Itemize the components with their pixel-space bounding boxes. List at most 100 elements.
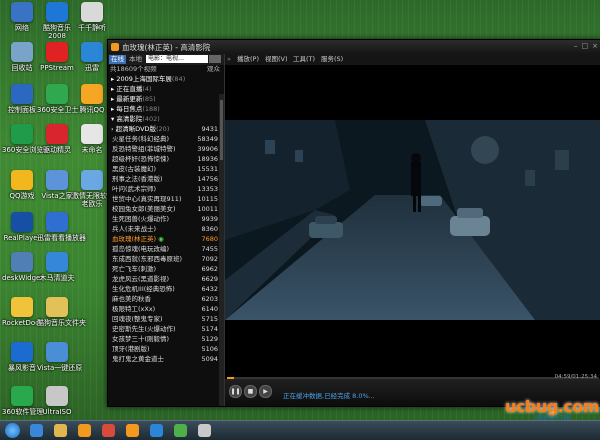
app-icon bbox=[81, 124, 103, 144]
maximize-icon[interactable]: □ bbox=[582, 42, 589, 50]
playlist-item[interactable]: 东成西就(东邪西毒原班) 7092 bbox=[108, 254, 224, 264]
playlist-item[interactable]: 极限特工(xXx) 6140 bbox=[108, 304, 224, 314]
playlist-item-views: 5106 bbox=[201, 345, 218, 353]
category-count: (188) bbox=[142, 105, 160, 113]
desktop-icon[interactable]: 控制面板 bbox=[2, 84, 42, 114]
playlist-item[interactable]: 回魂夜(整鬼专家) 5715 bbox=[108, 314, 224, 324]
menu-tools[interactable]: 工具(T) bbox=[293, 54, 315, 65]
media-icon[interactable] bbox=[102, 424, 115, 437]
desktop-icon[interactable]: 回收站 bbox=[2, 42, 42, 72]
desktop-icon[interactable]: RealPlayer bbox=[2, 212, 42, 242]
next-button[interactable]: ▶ bbox=[259, 385, 272, 398]
desktop-icon[interactable]: Vista之家 bbox=[37, 170, 77, 200]
playlist-item-views: 6629 bbox=[201, 275, 218, 283]
window-controls: – □ × bbox=[570, 42, 598, 50]
stop-button[interactable]: ■ bbox=[244, 385, 257, 398]
playlist-item[interactable]: 世贸中心(真实再现911) 10115 bbox=[108, 194, 224, 204]
playlist-item[interactable]: 顶牙(港剧版) 5106 bbox=[108, 344, 224, 354]
browser-icon[interactable] bbox=[174, 424, 187, 437]
playlist-item-views: 6140 bbox=[201, 305, 218, 313]
playlist-item[interactable]: 刑事之法(香港版) 14756 bbox=[108, 174, 224, 184]
menu-view[interactable]: 视图(V) bbox=[265, 54, 288, 65]
desktop-icon-label: 控制面板 bbox=[8, 106, 36, 114]
playlist-item[interactable]: 龙虎风云(黑道影视) 6629 bbox=[108, 274, 224, 284]
category-item[interactable]: › 超清晰DVD版(20) 9431 bbox=[108, 124, 224, 134]
category-count: (402) bbox=[142, 115, 160, 123]
buffer-status: 正在缓冲数据,已经完成 8.0%... bbox=[283, 392, 375, 400]
ie-icon[interactable] bbox=[30, 424, 43, 437]
playlist-item[interactable]: 校园兔女郎(美丽美女) 10011 bbox=[108, 204, 224, 214]
playlist-item[interactable]: 反恐特警组(菲城特警) 39906 bbox=[108, 144, 224, 154]
player-task-icon[interactable] bbox=[126, 424, 139, 437]
desktop-icon[interactable]: 木马清道夫 bbox=[37, 252, 77, 282]
playlist-item[interactable]: 孤岛惊魂(电玩改编) 7455 bbox=[108, 244, 224, 254]
search-button[interactable] bbox=[209, 55, 221, 63]
collapse-icon[interactable]: » bbox=[227, 54, 231, 65]
desktop-icon[interactable]: 腾讯QQ bbox=[72, 84, 112, 114]
playlist-item[interactable]: 血玫瑰(林正英) ◉ 7680 bbox=[108, 234, 224, 244]
desktop-icon[interactable]: 暴风影音 bbox=[2, 342, 42, 372]
tab-online[interactable]: 在线 bbox=[109, 55, 126, 64]
category-item[interactable]: ▾ 高清影院(402) bbox=[108, 114, 224, 124]
player-window[interactable]: 血玫瑰(林正英) - 高清影院 – □ × 在线 本地 电影：电视… 共18609个… bbox=[107, 39, 600, 407]
desktop-icon[interactable]: 网络 bbox=[2, 2, 42, 32]
qq-icon[interactable] bbox=[78, 424, 91, 437]
app-icon[interactable] bbox=[198, 424, 211, 437]
desktop-icon[interactable]: 酷狗音乐文件夹 bbox=[37, 297, 86, 327]
minimize-icon[interactable]: – bbox=[574, 42, 578, 50]
desktop-icon[interactable]: 360软件管理 bbox=[2, 386, 43, 416]
playlist-item[interactable]: 叶问(武术宗师) 13353 bbox=[108, 184, 224, 194]
desktop-icon[interactable]: 千千静听 bbox=[72, 2, 112, 32]
playlist-item-views: 13353 bbox=[197, 185, 218, 193]
playlist-item[interactable]: 史密斯先生(火爆动作) 5174 bbox=[108, 324, 224, 334]
category-item[interactable]: ▸ 最新更新(85) bbox=[108, 94, 224, 104]
desktop-icon[interactable]: RocketDock bbox=[2, 297, 43, 327]
playlist-item[interactable]: 麻也美的秋香 6203 bbox=[108, 294, 224, 304]
desktop-icon[interactable]: 驱动精灵 bbox=[37, 124, 77, 154]
category-item[interactable]: ▸ 正在直播(4) bbox=[108, 84, 224, 94]
close-icon[interactable]: × bbox=[592, 42, 598, 50]
tab-local[interactable]: 本地 bbox=[127, 55, 144, 64]
desktop-icon[interactable]: 迅雷 bbox=[72, 42, 112, 72]
desktop-icon[interactable]: Vista一键还原 bbox=[37, 342, 83, 372]
playlist-item[interactable]: 黑皮(古装魔幻) 15531 bbox=[108, 164, 224, 174]
category-item[interactable]: ▸ 每日焦点(188) bbox=[108, 104, 224, 114]
playlist-item[interactable]: 火星任务(科幻经典) 58349 bbox=[108, 134, 224, 144]
desktop-icon[interactable]: 未命名 bbox=[72, 124, 112, 154]
desktop-icon-label: Vista一键还原 bbox=[37, 364, 83, 372]
playlist-item[interactable]: 兵人(未来战士) 8360 bbox=[108, 224, 224, 234]
pause-button[interactable]: ❚❚ bbox=[229, 385, 242, 398]
category-label: 正在直播 bbox=[116, 85, 143, 93]
category-item[interactable]: ▸ 2009上海国际车展(84) bbox=[108, 74, 224, 84]
desktop-icon[interactable]: 360安全卫士 bbox=[37, 84, 78, 114]
desktop-icon[interactable]: PPStream bbox=[37, 42, 77, 72]
video-pane: » 播放(P) 视图(V) 工具(T) 服务(S) 04:59/01:25:34… bbox=[225, 54, 600, 406]
desktop-icon[interactable]: 酷狗音乐 2008 bbox=[37, 2, 77, 40]
desktop-icon[interactable]: UltraISO bbox=[37, 386, 77, 416]
start-button[interactable] bbox=[5, 423, 20, 438]
playlist-item[interactable]: 超级杯奸(恐怖惊悚) 18936 bbox=[108, 154, 224, 164]
folder-icon[interactable] bbox=[54, 424, 67, 437]
thunder-icon[interactable] bbox=[150, 424, 163, 437]
category-count: (85) bbox=[142, 95, 156, 103]
playlist-item[interactable]: 女孩梦三十(刚毅情) 5129 bbox=[108, 334, 224, 344]
playlist-item-title: 黑皮(古装魔幻) bbox=[112, 165, 157, 173]
playlist-item[interactable]: 鬼打鬼之黄金道士 5094 bbox=[108, 354, 224, 364]
playlist-scrollbar[interactable] bbox=[219, 94, 224, 406]
desktop-icon[interactable]: 迅雷看看播放器 bbox=[37, 212, 86, 242]
app-icon bbox=[11, 212, 33, 232]
playlist-item[interactable]: 生化危机III(经典恐怖) 6432 bbox=[108, 284, 224, 294]
desktop-icon[interactable]: 激情无限软件 老欧乐 bbox=[72, 170, 114, 208]
search-input[interactable]: 电影：电视… bbox=[146, 55, 208, 63]
desktop-icon[interactable]: QQ游戏 bbox=[2, 170, 42, 200]
menu-play[interactable]: 播放(P) bbox=[237, 54, 259, 65]
video-frame[interactable] bbox=[225, 120, 600, 320]
menu-service[interactable]: 服务(S) bbox=[321, 54, 343, 65]
scrollbar-thumb[interactable] bbox=[220, 100, 223, 160]
player-titlebar[interactable]: 血玫瑰(林正英) - 高清影院 – □ × bbox=[108, 40, 600, 54]
playlist-item[interactable]: 死亡飞车(刺激) 6962 bbox=[108, 264, 224, 274]
desktop-icon[interactable]: deskWidget bbox=[2, 252, 43, 282]
playlist-item[interactable]: 生死困兽(火爆动作) 9939 bbox=[108, 214, 224, 224]
category-count: (4) bbox=[142, 85, 152, 93]
desktop-icon[interactable]: 360安全浏览器 bbox=[2, 124, 50, 154]
